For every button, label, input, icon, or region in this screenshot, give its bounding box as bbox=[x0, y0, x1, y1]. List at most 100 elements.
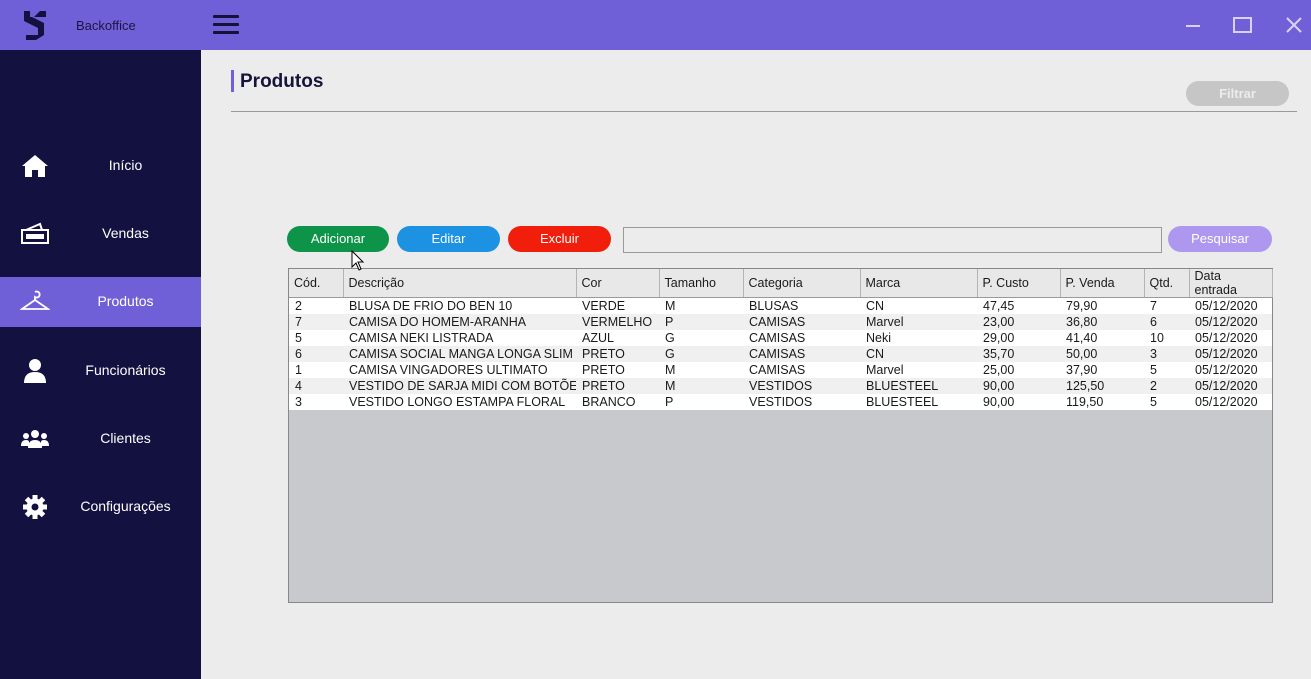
table-cell: 05/12/2020 bbox=[1189, 313, 1272, 330]
minimize-icon[interactable] bbox=[1182, 13, 1206, 37]
sidebar-item-configuracoes[interactable]: Configurações bbox=[0, 482, 201, 532]
table-cell: 05/12/2020 bbox=[1189, 329, 1272, 346]
table-row[interactable]: 4 VESTIDO DE SARJA MIDI COM BOTÕES PRETO M V… bbox=[289, 377, 1272, 394]
table-cell: BLUSAS bbox=[743, 297, 860, 314]
products-table[interactable]: Cód. Descrição Cor Tamanho Categoria Marca P. … bbox=[288, 268, 1273, 603]
table-row[interactable]: 7 CAMISA DO HOMEM-ARANHA VERMELHO P CAMISAS M… bbox=[289, 313, 1272, 330]
table-cell: G bbox=[659, 329, 743, 346]
table-cell: CAMISA VINGADORES ULTIMATO bbox=[343, 361, 576, 378]
column-header[interactable]: Data entrada bbox=[1189, 269, 1273, 298]
table-cell: 7 bbox=[1144, 297, 1189, 314]
table-cell: VESTIDO DE SARJA MIDI COM BOTÕES bbox=[343, 377, 576, 394]
close-icon[interactable] bbox=[1282, 13, 1306, 37]
sidebar-item-label: Vendas bbox=[102, 225, 149, 241]
table-row[interactable]: 2 BLUSA DE FRIO DO BEN 10 VERDE M BLUSAS CN 47… bbox=[289, 297, 1272, 314]
table-row[interactable]: 6 CAMISA SOCIAL MANGA LONGA SLIM PRETO G CAM… bbox=[289, 345, 1272, 362]
sidebar-item-clientes[interactable]: Clientes bbox=[0, 414, 201, 464]
table-cell: P bbox=[659, 313, 743, 330]
table-cell: 4 bbox=[289, 377, 343, 394]
column-header[interactable]: Categoria bbox=[743, 269, 861, 298]
table-cell: VERMELHO bbox=[576, 313, 659, 330]
table-cell: BLUESTEEL bbox=[860, 393, 977, 410]
sidebar-item-funcionarios[interactable]: Funcionários bbox=[0, 346, 201, 396]
table-cell: 35,70 bbox=[977, 345, 1060, 362]
maximize-icon[interactable] bbox=[1231, 13, 1255, 37]
column-header[interactable]: Descrição bbox=[343, 269, 577, 298]
sidebar-item-produtos[interactable]: Produtos bbox=[0, 277, 201, 327]
header-accent-bar bbox=[231, 70, 234, 92]
table-cell: 05/12/2020 bbox=[1189, 393, 1272, 410]
menu-toggle-icon[interactable] bbox=[213, 15, 239, 35]
table-cell: VERDE bbox=[576, 297, 659, 314]
table-cell: 90,00 bbox=[977, 393, 1060, 410]
delete-button[interactable]: Excluir bbox=[508, 226, 611, 252]
table-cell: Marvel bbox=[860, 361, 977, 378]
gear-icon bbox=[23, 495, 47, 519]
table-cell: CAMISAS bbox=[743, 345, 860, 362]
column-header[interactable]: Cód. bbox=[289, 269, 344, 298]
table-cell: 37,90 bbox=[1060, 361, 1144, 378]
filter-button[interactable]: Filtrar bbox=[1186, 81, 1289, 106]
table-cell: VESTIDO LONGO ESTAMPA FLORAL bbox=[343, 393, 576, 410]
table-cell: 05/12/2020 bbox=[1189, 361, 1272, 378]
table-cell: 2 bbox=[1144, 377, 1189, 394]
column-header[interactable]: P. Custo bbox=[977, 269, 1061, 298]
table-cell: 36,80 bbox=[1060, 313, 1144, 330]
table-cell: 5 bbox=[1144, 361, 1189, 378]
sidebar-item-vendas[interactable]: Vendas bbox=[0, 209, 201, 259]
table-row[interactable]: 1 CAMISA VINGADORES ULTIMATO PRETO M CAMISAS… bbox=[289, 361, 1272, 378]
table-cell: Neki bbox=[860, 329, 977, 346]
sidebar-item-inicio[interactable]: Início bbox=[0, 141, 201, 191]
column-header[interactable]: Tamanho bbox=[659, 269, 744, 298]
cash-register-icon bbox=[21, 222, 49, 244]
table-cell: 3 bbox=[1144, 345, 1189, 362]
table-cell: G bbox=[659, 345, 743, 362]
table-cell: CAMISAS bbox=[743, 361, 860, 378]
sidebar-item-label: Configurações bbox=[80, 498, 171, 514]
table-cell: 41,40 bbox=[1060, 329, 1144, 346]
table-cell: 90,00 bbox=[977, 377, 1060, 394]
table-cell: 47,45 bbox=[977, 297, 1060, 314]
sidebar-item-label: Funcionários bbox=[85, 362, 166, 378]
hanger-icon bbox=[20, 290, 50, 310]
column-header[interactable]: Qtd. bbox=[1144, 269, 1190, 298]
sidebar-item-label: Início bbox=[108, 157, 143, 173]
table-cell: BLUSA DE FRIO DO BEN 10 bbox=[343, 297, 576, 314]
table-cell: 6 bbox=[1144, 313, 1189, 330]
table-row[interactable]: 3 VESTIDO LONGO ESTAMPA FLORAL BRANCO P VEST… bbox=[289, 393, 1272, 410]
table-cell: CN bbox=[860, 297, 977, 314]
table-header-row: Cód. Descrição Cor Tamanho Categoria Marca P. … bbox=[289, 269, 1273, 298]
table-cell: 119,50 bbox=[1060, 393, 1144, 410]
column-header[interactable]: P. Venda bbox=[1060, 269, 1145, 298]
table-cell: CAMISAS bbox=[743, 313, 860, 330]
table-cell: 50,00 bbox=[1060, 345, 1144, 362]
sidebar: Início Vendas Produtos Funcionários Clie… bbox=[0, 50, 201, 679]
table-cell: 05/12/2020 bbox=[1189, 297, 1272, 314]
search-input[interactable] bbox=[623, 227, 1162, 253]
table-cell: PRETO bbox=[576, 377, 659, 394]
table-cell: M bbox=[659, 297, 743, 314]
table-cell: 3 bbox=[289, 393, 343, 410]
table-cell: 6 bbox=[289, 345, 343, 362]
table-cell: BRANCO bbox=[576, 393, 659, 410]
table-cell: PRETO bbox=[576, 345, 659, 362]
table-cell: 05/12/2020 bbox=[1189, 345, 1272, 362]
table-cell: 79,90 bbox=[1060, 297, 1144, 314]
table-cell: 29,00 bbox=[977, 329, 1060, 346]
table-cell: AZUL bbox=[576, 329, 659, 346]
column-header[interactable]: Cor bbox=[576, 269, 660, 298]
table-cell: 05/12/2020 bbox=[1189, 377, 1272, 394]
table-cell: 23,00 bbox=[977, 313, 1060, 330]
table-cell: CAMISAS bbox=[743, 329, 860, 346]
edit-button[interactable]: Editar bbox=[397, 226, 500, 252]
search-button[interactable]: Pesquisar bbox=[1168, 226, 1272, 252]
sidebar-item-label: Produtos bbox=[97, 293, 154, 309]
table-cell: M bbox=[659, 377, 743, 394]
column-header[interactable]: Marca bbox=[860, 269, 978, 298]
app-title: Backoffice bbox=[76, 18, 136, 33]
table-row[interactable]: 5 CAMISA NEKI LISTRADA AZUL G CAMISAS Neki 29,… bbox=[289, 329, 1272, 346]
table-cell: CAMISA SOCIAL MANGA LONGA SLIM bbox=[343, 345, 576, 362]
table-cell: 25,00 bbox=[977, 361, 1060, 378]
table-cell: 7 bbox=[289, 313, 343, 330]
add-button[interactable]: Adicionar bbox=[287, 226, 389, 252]
